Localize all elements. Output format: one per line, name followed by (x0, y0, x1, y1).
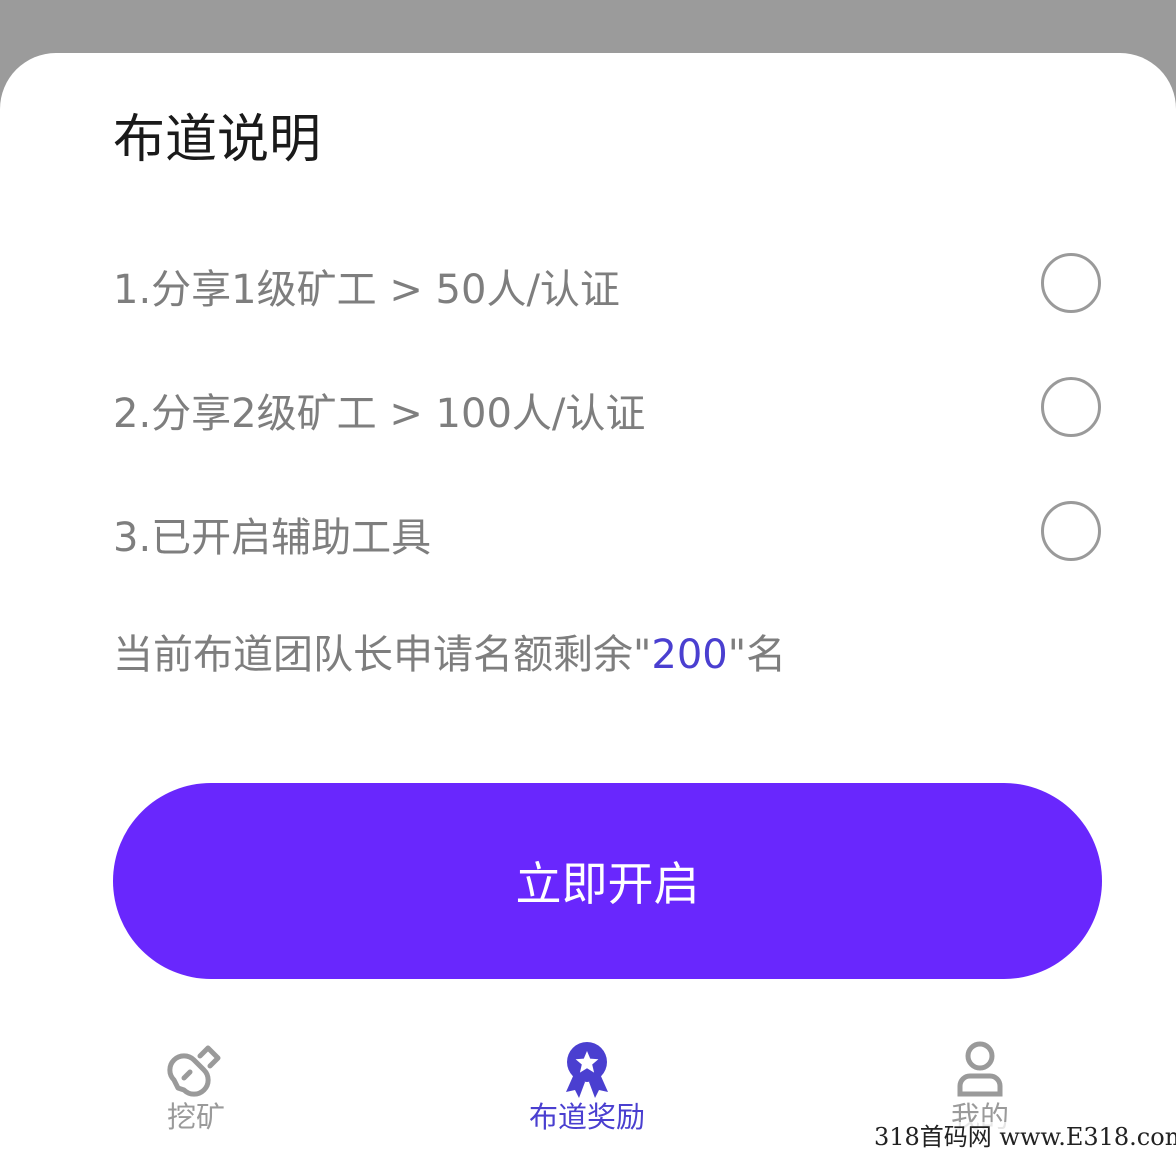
nav-item-mining[interactable]: 挖矿 (96, 1040, 296, 1140)
site-watermark: 318首码网 www.E318.com (870, 1122, 1176, 1152)
open-now-button[interactable]: 立即开启 (113, 783, 1102, 979)
condition-label-2: 2.分享2级矿工 > 100人/认证 (113, 391, 646, 437)
quota-prefix: 当前布道团队长申请名额剩余" (113, 632, 652, 678)
condition-label-3: 3.已开启辅助工具 (113, 515, 432, 561)
mining-pick-icon (167, 1045, 221, 1097)
condition-label-1: 1.分享1级矿工 > 50人/认证 (113, 267, 620, 313)
user-profile-icon (957, 1041, 1003, 1097)
nav-label-mining: 挖矿 (166, 1100, 225, 1134)
dialog-sheet (0, 53, 1176, 1153)
condition-radio-1[interactable] (1041, 253, 1101, 313)
nav-item-evangelism-rewards[interactable]: 布道奖励 (487, 1040, 687, 1140)
quota-count: 200 (651, 632, 728, 678)
nav-label-evangelism-rewards: 布道奖励 (528, 1100, 645, 1134)
award-ribbon-icon (566, 1042, 608, 1098)
quota-text: 当前布道团队长申请名额剩余"200"名 (113, 630, 786, 680)
condition-radio-3[interactable] (1041, 501, 1101, 561)
condition-radio-2[interactable] (1041, 377, 1101, 437)
dialog-title: 布道说明 (113, 110, 322, 170)
quota-suffix: "名 (727, 632, 787, 678)
